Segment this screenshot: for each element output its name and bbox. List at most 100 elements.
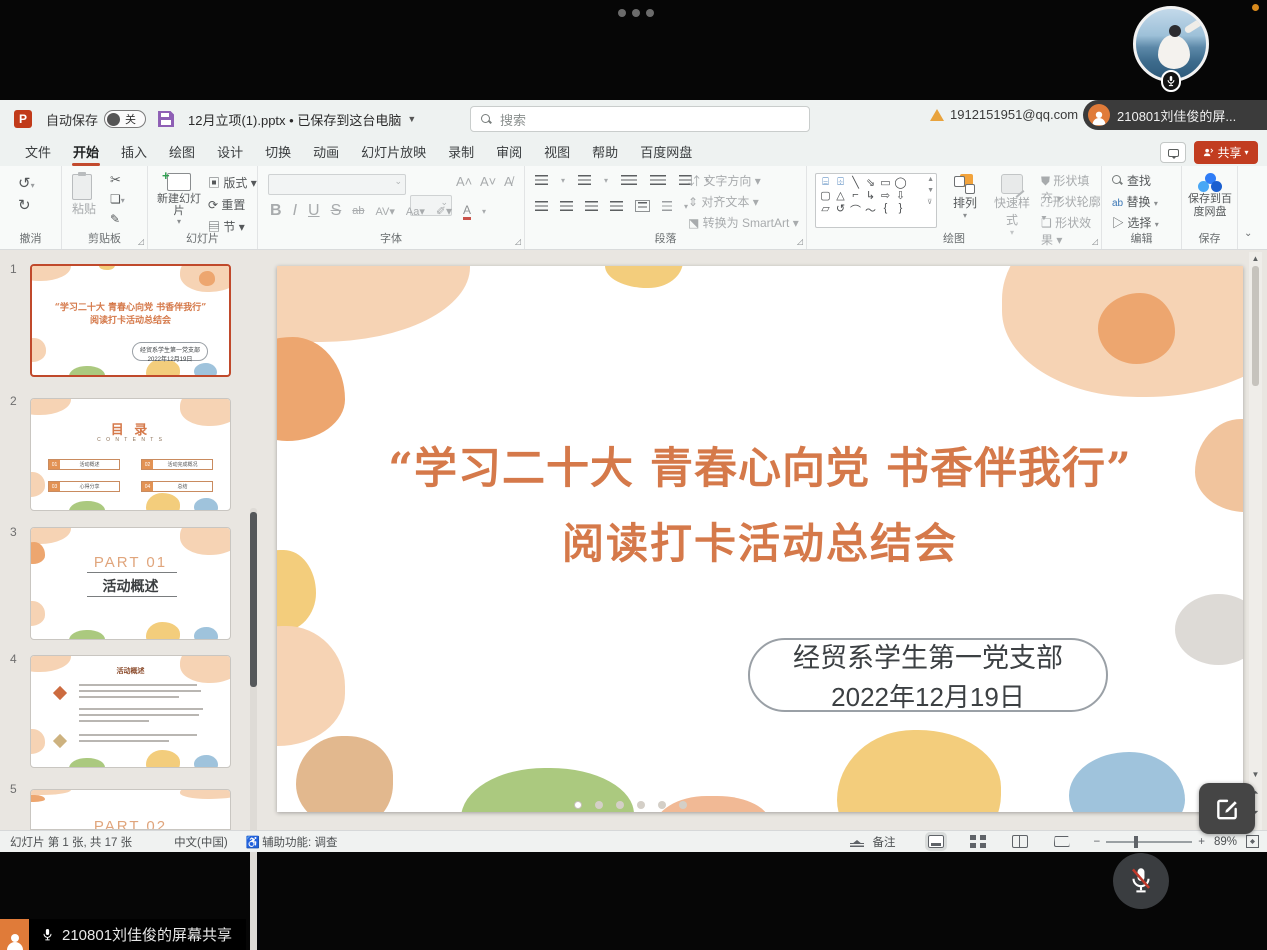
search-input[interactable]: 搜索 <box>470 106 810 132</box>
find-button[interactable]: 查找 <box>1112 172 1151 189</box>
increase-indent-icon[interactable] <box>650 175 666 185</box>
align-text-button[interactable]: ⇕ 对齐文本 ▾ <box>688 193 759 210</box>
columns-icon[interactable] <box>635 200 650 212</box>
autosave-toggle[interactable]: 自动保存 关 <box>46 110 146 129</box>
italic-button[interactable]: I <box>293 202 297 220</box>
save-to-baidu-button[interactable]: 保存到百度网盘 <box>1184 173 1236 219</box>
paragraph-dialog-launcher[interactable]: ◿ <box>797 237 803 246</box>
save-icon[interactable] <box>158 111 174 127</box>
copy-icon[interactable]: ❏▾ <box>110 192 125 206</box>
annotation-tool-button[interactable] <box>1199 783 1255 834</box>
arrange-button[interactable]: 排列 ▾ <box>945 174 985 220</box>
slideshow-button[interactable] <box>1054 836 1070 847</box>
reading-view-button[interactable] <box>1012 835 1028 848</box>
zoom-out-icon[interactable]: − <box>1094 836 1101 848</box>
layout-button[interactable]: ▣ 版式 ▾ <box>208 174 257 191</box>
underline-button[interactable]: U <box>308 202 320 220</box>
editor-scrollbar[interactable]: ▲ ▼ ⏶ ⏷ <box>1249 252 1262 830</box>
tab-file[interactable]: 文件 <box>14 138 62 167</box>
tab-transitions[interactable]: 切换 <box>254 138 302 167</box>
new-slide-button[interactable]: + 新建幻灯片 ▾ <box>156 173 202 226</box>
align-right-icon[interactable] <box>585 201 598 211</box>
scroll-up-icon[interactable]: ▲ <box>1249 254 1262 263</box>
tab-review[interactable]: 审阅 <box>485 138 533 167</box>
cut-icon[interactable]: ✂ <box>110 172 121 188</box>
add-remove-columns-icon[interactable] <box>662 201 672 211</box>
tab-baidu-netdisk[interactable]: 百度网盘 <box>629 138 703 167</box>
shapes-more[interactable]: ⊽ <box>927 198 934 206</box>
change-case-icon[interactable]: Aa▾ <box>406 205 425 218</box>
slide-thumbnail-2[interactable]: 目 录 C O N T E N T S 01活动概述 02活动完成概况 03心得… <box>30 398 231 511</box>
shapes-scroll-up[interactable]: ▲ <box>927 176 934 183</box>
shape-gallery[interactable]: ⌸⌹╲⇘▭◯ ▢△⌐↳⇨⇩ ▱↺⌒〜{} ▲▼⊽ <box>815 173 937 228</box>
redo-button[interactable]: ↻ <box>18 196 31 214</box>
accessibility-status[interactable]: 辅助功能: 调查 <box>262 834 337 850</box>
notes-label[interactable]: 备注 <box>873 834 896 850</box>
tab-record[interactable]: 录制 <box>437 138 485 167</box>
justify-icon[interactable] <box>610 201 623 211</box>
replace-button[interactable]: ab 替换 ▾ <box>1112 193 1158 210</box>
font-dialog-launcher[interactable]: ◿ <box>515 237 521 246</box>
normal-view-button[interactable] <box>928 835 944 848</box>
microphone-mute-button[interactable] <box>1113 853 1169 909</box>
bold-button[interactable]: B <box>270 202 282 220</box>
slide-title[interactable]: “学习二十大 青春心向党 书香伴我行” 阅读打卡活动总结会 <box>277 434 1243 571</box>
tab-slideshow[interactable]: 幻灯片放映 <box>350 138 437 167</box>
tab-animations[interactable]: 动画 <box>302 138 350 167</box>
zoom-level[interactable]: 89% <box>1214 836 1237 848</box>
zoom-in-icon[interactable]: + <box>1198 836 1205 848</box>
slide-sorter-view-button[interactable] <box>970 835 986 848</box>
powerpoint-app-icon[interactable]: P <box>14 110 32 128</box>
document-title-dropdown[interactable]: 12月立项(1).pptx • 已保存到这台电脑 ▼ <box>188 110 416 129</box>
char-spacing-icon[interactable]: AV▾ <box>376 205 395 218</box>
decrease-font-icon[interactable]: A˅ <box>480 174 496 189</box>
slide-thumbnail-4[interactable]: 活动概述 <box>30 655 231 768</box>
scroll-down-icon[interactable]: ▼ <box>1249 770 1262 779</box>
font-name-combo[interactable] <box>268 174 406 195</box>
quick-styles-button[interactable]: 快速样式 ▾ <box>989 174 1035 237</box>
notes-icon[interactable] <box>850 836 864 847</box>
select-button[interactable]: ▷ 选择 ▾ <box>1112 214 1159 231</box>
collapse-ribbon-icon[interactable]: ⌄ <box>1244 228 1252 239</box>
slide-counter[interactable]: 幻灯片 第 1 张, 共 17 张 <box>10 834 132 850</box>
language-status[interactable]: 中文(中国) <box>174 834 228 850</box>
clear-format-icon[interactable]: A̸ <box>504 174 513 189</box>
align-center-icon[interactable] <box>560 201 573 211</box>
tab-home[interactable]: 开始 <box>62 138 110 167</box>
drawing-dialog-launcher[interactable]: ◿ <box>1092 237 1098 246</box>
account-info[interactable]: 1912151951@qq.com <box>930 107 1078 122</box>
numbering-icon[interactable] <box>578 175 591 185</box>
clipboard-dialog-launcher[interactable]: ◿ <box>138 237 144 246</box>
smartart-button[interactable]: ⬔ 转换为 SmartArt ▾ <box>688 214 799 231</box>
slide-subtitle-badge[interactable]: 经贸系学生第一党支部 2022年12月19日 <box>748 638 1108 712</box>
slide-canvas[interactable]: “学习二十大 青春心向党 书香伴我行” 阅读打卡活动总结会 经贸系学生第一党支部… <box>277 266 1243 812</box>
fit-to-window-icon[interactable] <box>1246 835 1259 848</box>
shadow-icon[interactable]: ab <box>352 205 364 217</box>
zoom-slider-handle[interactable] <box>1134 836 1138 848</box>
reset-button[interactable]: ⟳ 重置 <box>208 196 245 213</box>
tab-design[interactable]: 设计 <box>206 138 254 167</box>
increase-font-icon[interactable]: A˄ <box>456 174 472 189</box>
slide-thumbnail-3[interactable]: PART 01 活动概述 <box>30 527 231 640</box>
tab-draw[interactable]: 绘图 <box>158 138 206 167</box>
text-direction-button[interactable]: ⇵ 文字方向 ▾ <box>688 172 761 189</box>
zoom-slider[interactable]: − + <box>1094 836 1205 848</box>
format-painter-icon[interactable]: ✎ <box>110 212 120 226</box>
screen-share-banner[interactable]: 210801刘佳俊的屏幕共享 <box>0 919 246 950</box>
bullets-icon[interactable] <box>535 175 548 185</box>
paste-button[interactable]: 粘贴 <box>72 174 96 217</box>
thumbnail-scrollbar[interactable] <box>250 508 257 950</box>
comments-button[interactable] <box>1160 142 1186 163</box>
strikethrough-button[interactable]: S <box>331 202 342 220</box>
overlay-drag-handle[interactable] <box>618 9 654 17</box>
share-button[interactable]: 共享 ▾ <box>1194 141 1258 164</box>
highlight-color-icon[interactable]: ✐▾ <box>436 204 452 218</box>
tab-help[interactable]: 帮助 <box>581 138 629 167</box>
tab-view[interactable]: 视图 <box>533 138 581 167</box>
undo-button[interactable]: ↺▾ <box>18 174 35 192</box>
tab-insert[interactable]: 插入 <box>110 138 158 167</box>
align-left-icon[interactable] <box>535 201 548 211</box>
decrease-indent-icon[interactable] <box>621 175 637 185</box>
slide-thumbnail-1[interactable]: “学习二十大 青春心向党 书香伴我行” 阅读打卡活动总结会 经贸系学生第一党支部… <box>30 264 231 377</box>
shapes-scroll-down[interactable]: ▼ <box>927 187 934 194</box>
